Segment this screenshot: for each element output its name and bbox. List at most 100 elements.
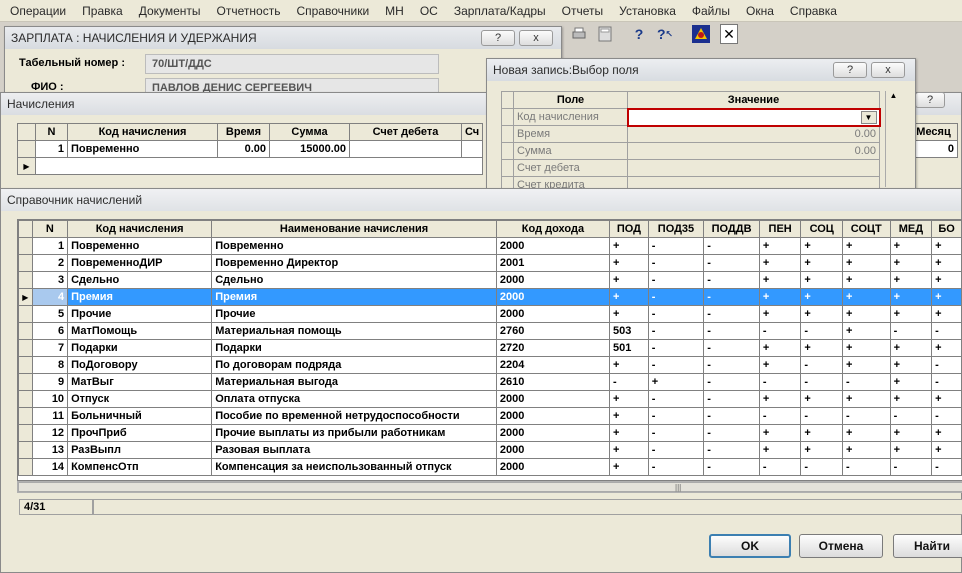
cell-pen[interactable]: -	[758, 373, 802, 391]
cell-income[interactable]: 2000	[495, 237, 611, 255]
cell-soc[interactable]: +	[800, 288, 843, 306]
dropdown-arrow-icon[interactable]: ▼	[860, 110, 877, 124]
ok-button[interactable]: OK	[709, 534, 791, 558]
cell-poddv[interactable]: -	[703, 441, 760, 459]
cell-soct[interactable]: +	[841, 356, 891, 374]
help-button[interactable]: ?	[833, 62, 867, 78]
cell-soct[interactable]: -	[841, 407, 891, 425]
new-row[interactable]: ▶	[17, 157, 484, 175]
field-row[interactable]: Время 0.00	[501, 125, 880, 143]
cell-n[interactable]: 1	[31, 237, 69, 255]
cell-name[interactable]: Оплата отпуска	[211, 390, 497, 408]
cell-soc[interactable]: -	[800, 322, 843, 340]
cell-time[interactable]: 0.00	[217, 140, 270, 158]
cell-soct[interactable]: +	[841, 254, 891, 272]
help-icon[interactable]: ?	[630, 24, 648, 44]
app-logo-icon[interactable]	[692, 24, 710, 44]
cell-med[interactable]: +	[889, 288, 933, 306]
cell-income[interactable]: 2000	[495, 458, 611, 476]
col-header[interactable]: СОЦ	[800, 220, 843, 238]
print-icon[interactable]	[570, 24, 588, 44]
menu-item[interactable]: Справочники	[294, 2, 371, 20]
cell-pod[interactable]: 503	[609, 322, 649, 340]
menu-item[interactable]: Установка	[617, 2, 678, 20]
cell-n[interactable]: 11	[31, 407, 69, 425]
cell-code[interactable]: Сдельно	[67, 271, 213, 289]
cell-n[interactable]: 3	[31, 271, 69, 289]
field-row[interactable]: Сумма 0.00	[501, 142, 880, 160]
cell-soc[interactable]: +	[800, 254, 843, 272]
find-button[interactable]: Найти	[893, 534, 962, 558]
cell-poddv[interactable]: -	[703, 339, 760, 357]
table-row[interactable]: 14 КомпенсОтп Компенсация за неиспользован…	[18, 458, 962, 476]
col-header[interactable]: Код дохода	[495, 220, 611, 238]
cell-pen[interactable]: +	[758, 339, 802, 357]
cell-bo[interactable]: -	[931, 407, 962, 425]
cell-soct[interactable]: +	[841, 424, 891, 442]
cell-income[interactable]: 2204	[495, 356, 611, 374]
cell-bo[interactable]: +	[931, 441, 962, 459]
cell-med[interactable]: +	[889, 305, 933, 323]
cell-pen[interactable]: +	[758, 271, 802, 289]
cell-pod35[interactable]: -	[647, 237, 705, 255]
col-header[interactable]: СОЦТ	[841, 220, 891, 238]
field-value[interactable]: 0.00	[627, 125, 880, 143]
cell-n[interactable]: 13	[31, 441, 69, 459]
cell-income[interactable]: 2001	[495, 254, 611, 272]
table-row[interactable]: ▶ 4 Премия Премия 2000 + - - + + + + +	[18, 288, 962, 306]
cell-name[interactable]: Разовая выплата	[211, 441, 497, 459]
cell-soc[interactable]: +	[800, 237, 843, 255]
cell-pod35[interactable]: -	[647, 305, 705, 323]
cell-pod[interactable]: +	[609, 458, 649, 476]
cell-income[interactable]: 2000	[495, 288, 611, 306]
calculator-icon[interactable]	[596, 24, 614, 44]
cell-poddv[interactable]: -	[703, 390, 760, 408]
table-row[interactable]: 13 РазВыпл Разовая выплата 2000 + - - + + + + +	[18, 441, 962, 459]
cell-income[interactable]: 2000	[495, 271, 611, 289]
cell-pod[interactable]: +	[609, 288, 649, 306]
cell-name[interactable]: Повременно	[211, 237, 497, 255]
cell-poddv[interactable]: -	[703, 458, 760, 476]
cell-name[interactable]: Прочие	[211, 305, 497, 323]
cell-n[interactable]: 1	[35, 140, 68, 158]
cell-pod35[interactable]: -	[647, 458, 705, 476]
table-row[interactable]: 1 Повременно Повременно 2000 + - - + + + + +	[18, 237, 962, 255]
cell-med[interactable]: -	[889, 407, 933, 425]
cell-sum[interactable]: 15000.00	[269, 140, 350, 158]
cell-med[interactable]: +	[889, 441, 933, 459]
cell-soc[interactable]: -	[800, 356, 843, 374]
cell-bo[interactable]: -	[931, 458, 962, 476]
cell-n[interactable]: 5	[31, 305, 69, 323]
cell-bo[interactable]: +	[931, 424, 962, 442]
cell-name[interactable]: Повременно Директор	[211, 254, 497, 272]
cell-pod35[interactable]: -	[647, 424, 705, 442]
cell-soct[interactable]: +	[841, 441, 891, 459]
cell-pod35[interactable]: -	[647, 288, 705, 306]
cell-med[interactable]: +	[889, 254, 933, 272]
reference-table-viewport[interactable]: N Код начисления Наименование начисления…	[17, 219, 962, 481]
menu-item[interactable]: Зарплата/Кадры	[452, 2, 548, 20]
cell-poddv[interactable]: -	[703, 254, 760, 272]
table-row[interactable]: 9 МатВыг Материальная выгода 2610- + - - - - + -	[18, 373, 962, 391]
col-header[interactable]: ПОД	[609, 220, 649, 238]
col-header[interactable]: N	[31, 220, 69, 238]
cell-poddv[interactable]: -	[703, 322, 760, 340]
col-header[interactable]: БО	[931, 220, 962, 238]
menu-item[interactable]: Окна	[744, 2, 776, 20]
cell-med[interactable]: -	[889, 458, 933, 476]
cell-pod35[interactable]: -	[647, 356, 705, 374]
cell-pod35[interactable]: -	[647, 271, 705, 289]
cell-n[interactable]: 4	[31, 288, 69, 306]
cell-soct[interactable]: +	[841, 339, 891, 357]
help-button[interactable]: ?	[481, 30, 515, 46]
cell-pod35[interactable]: -	[647, 441, 705, 459]
col-header[interactable]: Наименование начисления	[211, 220, 497, 238]
cell-pod[interactable]: +	[609, 356, 649, 374]
tab-number-field[interactable]: 70/ШТ/ДДС	[145, 54, 439, 74]
cell-pod[interactable]: +	[609, 424, 649, 442]
cell-med[interactable]: +	[889, 390, 933, 408]
table-row[interactable]: 6 МатПомощь Материальная помощь 2760 503- - - -…	[18, 322, 962, 340]
cell-soc[interactable]: +	[800, 390, 843, 408]
col-header[interactable]: ПЕН	[758, 220, 802, 238]
cell-income[interactable]: 2610	[495, 373, 611, 391]
